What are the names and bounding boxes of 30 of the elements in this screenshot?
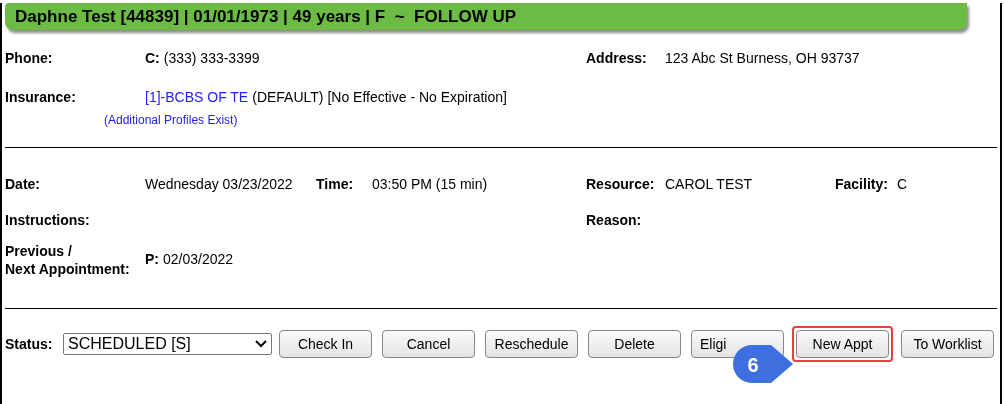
- action-button[interactable]: Cancel: [382, 330, 475, 358]
- resource-value: CAROL TEST: [665, 174, 754, 194]
- action-button[interactable]: Reschedule: [485, 330, 578, 358]
- field-label: Phone:: [5, 48, 54, 68]
- phone-value: C: (333) 333-3399: [145, 48, 261, 68]
- field-label: Facility:: [835, 174, 889, 194]
- field-label: Instructions:: [5, 210, 91, 230]
- status-label: Status:: [5, 334, 54, 354]
- insurance-link[interactable]: [1]-BCBS OF TE: [145, 86, 249, 108]
- field-label: Resource:: [586, 174, 656, 194]
- patient-title: Daphne Test [44839] | 01/01/1973 | 49 years | F ~ FOLLOW UP: [15, 5, 517, 28]
- time-value: 03:50 PM (15 min): [372, 174, 489, 194]
- address-value: 123 Abc St Burness, OH 93737: [665, 48, 860, 68]
- previous-appointment-value: P: 02/03/2022: [145, 250, 234, 269]
- action-button[interactable]: To Worklist: [901, 330, 994, 358]
- date-value: Wednesday 03/23/2022: [145, 174, 294, 194]
- profiles-link[interactable]: (Additional Profiles Exist): [104, 113, 238, 127]
- action-button[interactable]: New Appt: [796, 330, 889, 358]
- field-label: Reason:: [586, 210, 642, 230]
- chevron-down-icon: [255, 340, 267, 348]
- action-button[interactable]: Delete: [588, 330, 681, 358]
- field-label: Previous / Next Appointment:: [5, 242, 131, 278]
- field-label: Date:: [5, 174, 41, 194]
- facility-value: C: [897, 174, 908, 194]
- field-label: Address:: [586, 48, 648, 68]
- action-button[interactable]: Check In: [279, 330, 372, 358]
- insurance-detail: (DEFAULT) [No Effective - No Expiration]: [252, 87, 507, 107]
- status-select[interactable]: SCHEDULED [S]: [63, 333, 272, 355]
- field-label: Time:: [316, 174, 355, 194]
- field-label: Insurance:: [5, 87, 77, 107]
